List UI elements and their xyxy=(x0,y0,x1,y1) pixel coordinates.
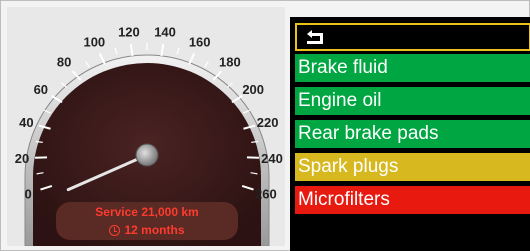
service-menu: Brake fluid Engine oil Rear brake pads Spar… xyxy=(290,17,530,251)
tick-mark xyxy=(188,53,196,65)
service-months-text: 12 months xyxy=(124,223,185,237)
service-months-row: 12 months xyxy=(62,223,232,237)
tick-label-200: 200 xyxy=(242,82,264,97)
tick-label-160: 160 xyxy=(189,35,211,50)
back-button[interactable] xyxy=(295,23,530,51)
tick-label-180: 180 xyxy=(219,54,241,69)
tick-label-40: 40 xyxy=(19,115,33,130)
service-distance-text: Service 21,000 km xyxy=(95,205,199,219)
tick-mark xyxy=(35,140,43,143)
menu-item-rear-brake-pads[interactable]: Rear brake pads xyxy=(295,120,530,148)
needle-hub xyxy=(135,143,159,167)
tick-mark xyxy=(85,60,90,68)
menu-item-engine-oil[interactable]: Engine oil xyxy=(295,87,530,115)
clock-icon xyxy=(109,225,121,236)
tick-label-0: 0 xyxy=(25,187,32,202)
tick-label-20: 20 xyxy=(15,151,29,166)
back-arrow-icon xyxy=(307,30,323,44)
tick-mark xyxy=(204,60,209,68)
tick-label-240: 240 xyxy=(261,151,283,166)
tick-mark xyxy=(160,44,165,57)
tick-mark xyxy=(176,47,180,55)
app-frame: 0 20 40 60 80 100 120 140 160 180 200 220 240 260 Ser… xyxy=(0,0,530,251)
tick-mark xyxy=(114,47,118,55)
tick-mark xyxy=(98,53,106,65)
menu-item-microfilters[interactable]: Microfilters xyxy=(295,186,530,214)
tick-label-140: 140 xyxy=(154,24,176,39)
tick-mark xyxy=(61,82,68,88)
tick-label-220: 220 xyxy=(257,115,279,130)
tick-label-80: 80 xyxy=(57,54,71,69)
speedometer-panel: 0 20 40 60 80 100 120 140 160 180 200 220 240 260 Ser… xyxy=(7,7,285,246)
menu-item-brake-fluid[interactable]: Brake fluid xyxy=(295,54,530,82)
tick-label-100: 100 xyxy=(83,35,105,50)
tick-label-120: 120 xyxy=(118,24,140,39)
tick-label-260: 260 xyxy=(255,187,277,202)
tick-mark xyxy=(129,44,134,57)
tick-mark xyxy=(251,140,259,143)
tick-mark xyxy=(226,82,233,88)
tick-label-60: 60 xyxy=(34,82,48,97)
menu-item-spark-plugs[interactable]: Spark plugs xyxy=(295,153,530,181)
